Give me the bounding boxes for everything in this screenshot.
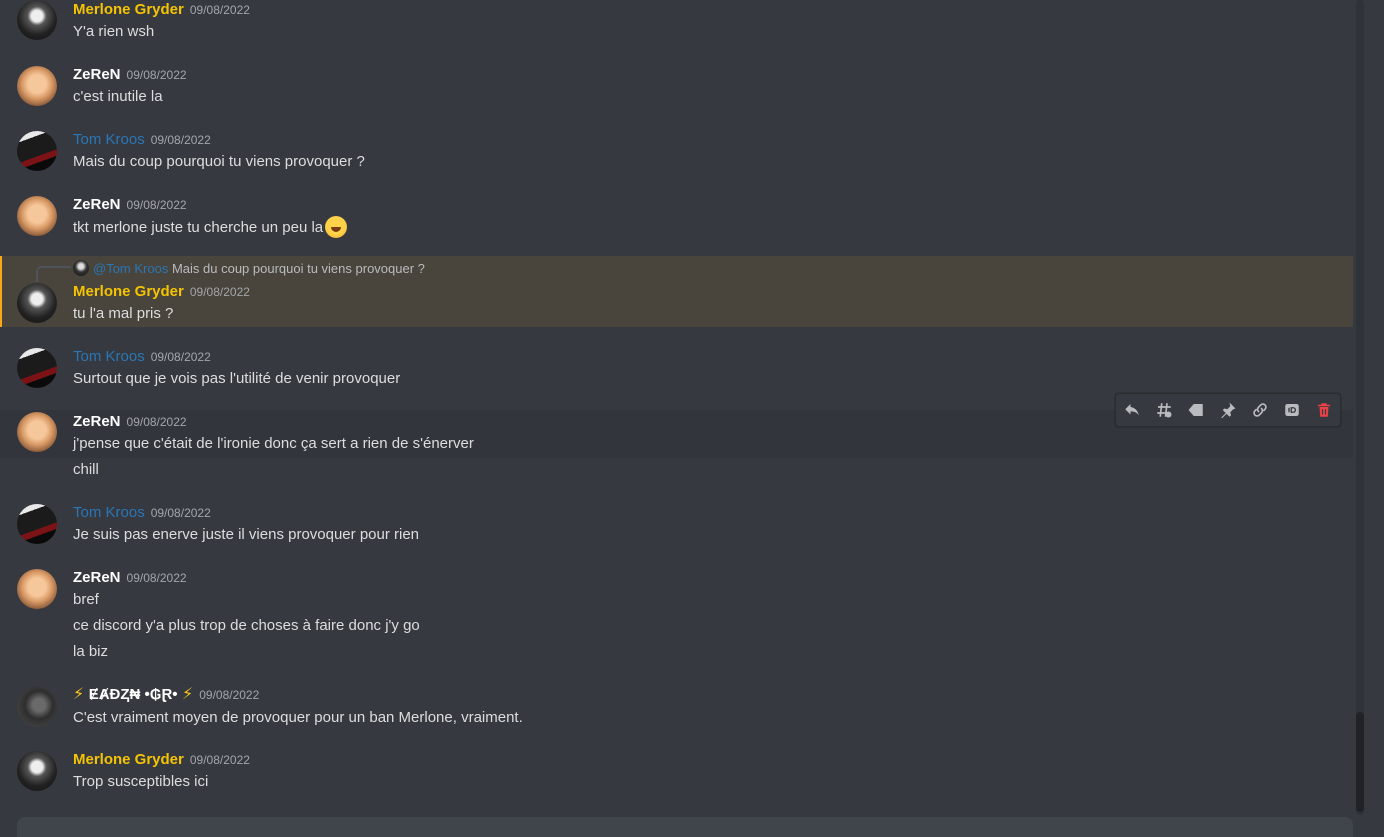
message-text: Trop susceptibles ici — [73, 773, 209, 790]
author-name[interactable]: Tom Kroos — [73, 504, 145, 521]
message-text: Y'a rien wsh — [73, 23, 155, 40]
timestamp: 09/08/2022 — [150, 350, 211, 364]
message-text: bref — [73, 591, 99, 608]
message[interactable]: Merlone Gryder 09/08/2022 Y'a rien wsh — [0, 0, 1353, 52]
message-text: tu l'a mal pris ? — [73, 305, 174, 322]
message[interactable]: Tom Kroos 09/08/2022 Surtout que je vois … — [0, 338, 1353, 398]
author-name[interactable]: Tom Kroos — [73, 131, 145, 148]
timestamp: 09/08/2022 — [126, 571, 187, 585]
message[interactable]: ⚡ ɆȺĐⱫ₦ •₲Ɽ• ⚡ 09/08/2022 C'est vraiment … — [0, 677, 1353, 737]
reply-spine — [36, 266, 71, 282]
rolling-laughing-emoji-icon[interactable] — [325, 216, 348, 238]
timestamp: 09/08/2022 — [199, 688, 260, 702]
author-name[interactable]: ZeReN — [73, 413, 121, 430]
timestamp: 09/08/2022 — [189, 285, 250, 299]
timestamp: 09/08/2022 — [189, 753, 250, 767]
lightning-icon: ⚡ — [181, 686, 194, 703]
scrollbar-thumb[interactable] — [1356, 712, 1364, 812]
avatar[interactable] — [17, 131, 57, 171]
reply-preview[interactable]: @Tom Kroos Mais du coup pourquoi tu vien… — [73, 260, 425, 276]
author-name[interactable]: Tom Kroos — [73, 348, 145, 365]
message-text: la biz — [73, 643, 109, 660]
timestamp: 09/08/2022 — [150, 133, 211, 147]
link-icon[interactable] — [1244, 394, 1276, 426]
reply-text: Mais du coup pourquoi tu viens provoquer… — [171, 261, 425, 276]
author-name[interactable]: Merlone Gryder — [73, 1, 184, 18]
tag-icon[interactable] — [1180, 394, 1212, 426]
message-text: Surtout que je vois pas l'utilité de ven… — [73, 370, 401, 387]
avatar[interactable] — [17, 412, 57, 452]
timestamp: 09/08/2022 — [150, 506, 211, 520]
message-text: chill — [73, 461, 99, 478]
message[interactable]: ZeReN 09/08/2022 bref ce discord y'a plus… — [0, 559, 1353, 667]
avatar[interactable] — [17, 751, 57, 791]
avatar[interactable] — [17, 504, 57, 544]
author-name[interactable]: ZeReN — [73, 569, 121, 586]
avatar[interactable] — [17, 0, 57, 40]
thread-icon[interactable] — [1148, 394, 1180, 426]
message[interactable]: Merlone Gryder 09/08/2022 Trop susceptibl… — [0, 741, 1353, 801]
timestamp: 09/08/2022 — [126, 68, 187, 82]
message-composer[interactable] — [17, 817, 1353, 837]
author-name[interactable]: ɆȺĐⱫ₦ •₲Ɽ• — [89, 686, 178, 703]
avatar[interactable] — [17, 687, 57, 727]
timestamp: 09/08/2022 — [189, 3, 250, 17]
pin-icon[interactable] — [1212, 394, 1244, 426]
avatar[interactable] — [17, 283, 57, 323]
message[interactable]: Tom Kroos 09/08/2022 Mais du coup pourquo… — [0, 121, 1353, 181]
reply-icon[interactable] — [1116, 394, 1148, 426]
id-icon[interactable] — [1276, 394, 1308, 426]
message-action-toolbar — [1115, 393, 1341, 427]
author-name[interactable]: ZeReN — [73, 196, 121, 213]
message-text: Je suis pas enerve juste il viens provoq… — [73, 526, 420, 543]
author-name[interactable]: Merlone Gryder — [73, 751, 184, 768]
message-text: Mais du coup pourquoi tu viens provoquer… — [73, 153, 365, 170]
message-text: j'pense que c'était de l'ironie donc ça … — [73, 435, 474, 452]
avatar[interactable] — [17, 348, 57, 388]
message-continuation[interactable]: chill — [0, 458, 1353, 484]
message[interactable]: ZeReN 09/08/2022 tkt merlone juste tu che… — [0, 186, 1353, 246]
reply-avatar — [73, 260, 89, 276]
message-text: tkt merlone juste tu cherche un peu la — [73, 219, 324, 236]
timestamp: 09/08/2022 — [126, 415, 187, 429]
message-text: ce discord y'a plus trop de choses à fai… — [73, 617, 420, 634]
timestamp: 09/08/2022 — [126, 198, 187, 212]
message-text: C'est vraiment moyen de provoquer pour u… — [73, 709, 523, 726]
message-list: Merlone Gryder 09/08/2022 Y'a rien wsh Ze… — [0, 0, 1353, 827]
scrollbar-track[interactable] — [1356, 0, 1364, 815]
avatar[interactable] — [17, 196, 57, 236]
avatar[interactable] — [17, 66, 57, 106]
reply-mention[interactable]: @Tom Kroos — [93, 261, 168, 276]
author-name[interactable]: Merlone Gryder — [73, 283, 184, 300]
message-text: c'est inutile la — [73, 88, 163, 105]
message[interactable]: ZeReN 09/08/2022 c'est inutile la — [0, 56, 1353, 116]
lightning-icon: ⚡ — [73, 686, 85, 703]
message[interactable]: Tom Kroos 09/08/2022 Je suis pas enerve j… — [0, 494, 1353, 554]
author-name[interactable]: ZeReN — [73, 66, 121, 83]
avatar[interactable] — [17, 569, 57, 609]
trash-icon[interactable] — [1308, 394, 1340, 426]
message-mention-highlight[interactable]: @Tom Kroos Mais du coup pourquoi tu vien… — [0, 256, 1353, 327]
